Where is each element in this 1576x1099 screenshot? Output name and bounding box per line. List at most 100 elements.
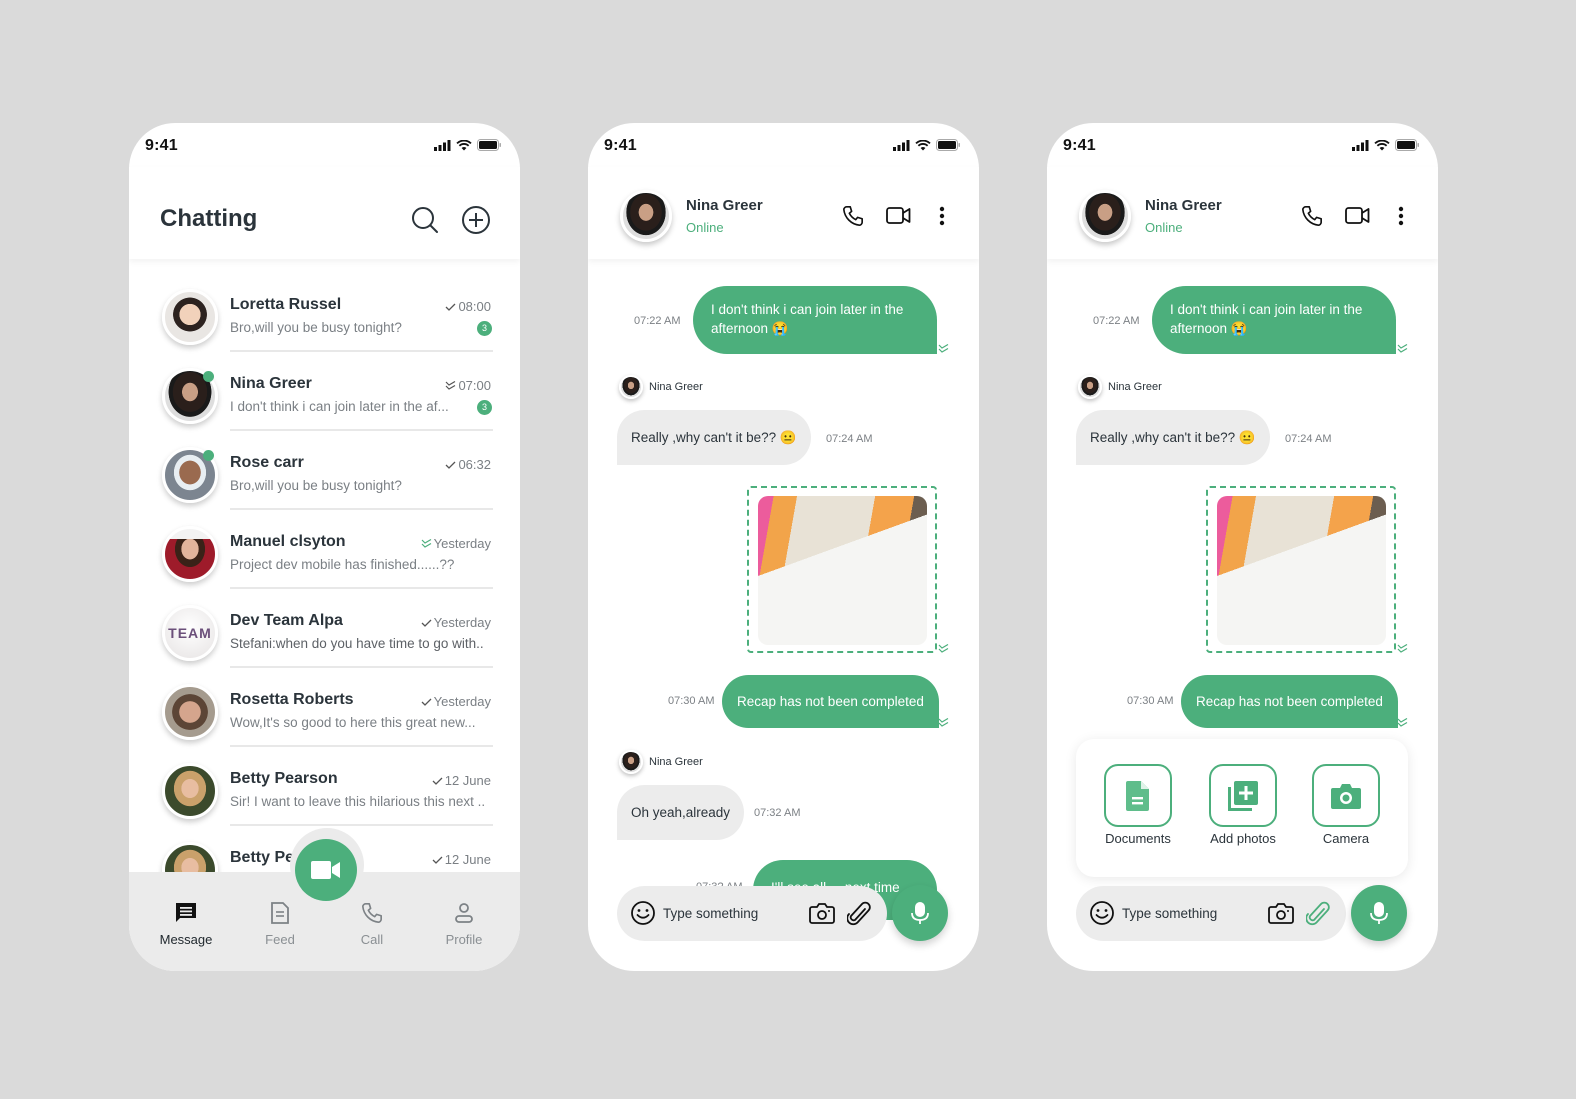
option-label: Documents (1105, 831, 1171, 846)
wifi-icon (915, 139, 931, 150)
message-time: 07:32 AM (754, 807, 801, 819)
voice-record-button[interactable] (1351, 885, 1407, 941)
incoming-message[interactable]: Oh yeah,already (617, 785, 745, 840)
message-sender: Nina Greer (1078, 375, 1162, 399)
chat-name: Manuel clsyton (230, 533, 346, 550)
double-check-icon (421, 538, 431, 548)
avatar (162, 289, 218, 345)
add-circle-icon[interactable] (461, 205, 491, 235)
unread-badge: 3 (477, 321, 492, 336)
online-indicator (203, 371, 214, 382)
camera-icon[interactable] (809, 901, 835, 925)
check-icon (445, 461, 456, 469)
status-icons (1352, 139, 1420, 151)
chat-time: 12 June (432, 773, 491, 788)
contact-avatar[interactable] (1079, 190, 1131, 242)
feed-icon (271, 902, 289, 924)
contact-avatar[interactable] (620, 190, 672, 242)
message-input[interactable] (663, 900, 793, 927)
avatar (162, 763, 218, 819)
outgoing-message[interactable]: I don't think i can join later in the af… (693, 286, 937, 354)
avatar (162, 526, 218, 582)
profile-icon (455, 903, 473, 923)
status-icons (434, 139, 502, 151)
conversation-screen: 9:41 Nina Greer Online 07:22 AM I don't … (588, 123, 979, 971)
incoming-message[interactable]: Really ,why can't it be?? 😐 (1076, 410, 1270, 465)
chat-list-item[interactable]: Manuel clsyton Project dev mobile has fi… (129, 510, 520, 589)
video-call-fab[interactable] (295, 839, 357, 901)
chat-list-item[interactable]: Rosetta Roberts Wow,It's so good to here… (129, 668, 520, 747)
attachment-panel: Documents Add photos Camera (1076, 739, 1408, 877)
wifi-icon (1374, 139, 1390, 150)
video-camera-icon[interactable] (886, 207, 911, 224)
camera-icon[interactable] (1268, 901, 1294, 925)
image-message[interactable] (1206, 486, 1396, 653)
more-options-icon[interactable] (939, 206, 945, 226)
incoming-message[interactable]: Really ,why can't it be?? 😐 (617, 410, 811, 465)
contact-status: Online (1145, 220, 1183, 235)
message-text: I don't think i can join later in the af… (711, 302, 904, 336)
shared-photo[interactable] (758, 496, 927, 645)
message-time: 07:24 AM (826, 433, 873, 445)
emoji-icon[interactable] (1089, 900, 1115, 926)
message-text: Really ,why can't it be?? (631, 430, 777, 445)
attachment-icon-active[interactable] (1306, 901, 1330, 927)
status-bar: 9:41 (1047, 123, 1438, 167)
nav-profile[interactable]: Profile (424, 902, 504, 947)
unread-badge: 3 (477, 400, 492, 415)
message-sender: Nina Greer (619, 375, 703, 399)
chat-time-text: Yesterday (433, 694, 491, 709)
crying-emoji-icon: 😭 (771, 321, 789, 336)
message-composer (1076, 886, 1346, 941)
attachment-icon[interactable] (847, 901, 871, 927)
more-options-icon[interactable] (1398, 206, 1404, 226)
chat-preview: Sir! I want to leave this hilarious this… (230, 794, 486, 809)
phone-icon[interactable] (842, 204, 864, 228)
chat-time-text: Yesterday (433, 536, 491, 551)
emoji-icon[interactable] (630, 900, 656, 926)
attach-documents-button[interactable]: Documents (1093, 764, 1183, 846)
avatar: TEAM (162, 605, 218, 661)
sender-avatar (619, 375, 643, 399)
nav-label: Call (360, 932, 384, 947)
outgoing-message[interactable]: Recap has not been completed (722, 675, 939, 728)
attach-add-photos-button[interactable]: Add photos (1198, 764, 1288, 846)
message-time: 07:22 AM (1093, 315, 1140, 327)
chat-list-item[interactable]: TEAM Dev Team Alpa Stefani:when do you h… (129, 589, 520, 668)
nav-call[interactable]: Call (332, 902, 412, 947)
chat-time-text: 08:00 (458, 299, 491, 314)
message-input[interactable] (1122, 900, 1252, 927)
chat-preview: Bro,will you be busy tonight? (230, 478, 402, 493)
chat-list: Loretta Russel Bro,will you be busy toni… (129, 273, 520, 905)
check-icon (421, 619, 432, 627)
shared-photo[interactable] (1217, 496, 1386, 645)
search-icon[interactable] (410, 205, 440, 235)
chat-list-item[interactable]: Rose carr Bro,will you be busy tonight? … (129, 431, 520, 510)
chat-name: Rosetta Roberts (230, 691, 354, 708)
double-check-icon (938, 344, 949, 353)
message-text: Oh yeah,already (631, 805, 731, 820)
video-camera-icon[interactable] (1345, 207, 1370, 224)
phone-icon[interactable] (1301, 204, 1323, 228)
image-message[interactable] (747, 486, 937, 653)
chat-list-item[interactable]: Loretta Russel Bro,will you be busy toni… (129, 273, 520, 352)
message-text: I don't think i can join later in the af… (1170, 302, 1363, 336)
video-camera-icon (311, 861, 340, 879)
chat-list-item[interactable]: Nina Greer I don't think i can join late… (129, 352, 520, 431)
nav-feed[interactable]: Feed (240, 902, 320, 947)
double-check-icon (1397, 644, 1408, 653)
outgoing-message[interactable]: Recap has not been completed (1181, 675, 1398, 728)
status-time: 9:41 (1063, 137, 1096, 154)
outgoing-message[interactable]: I don't think i can join later in the af… (1152, 286, 1396, 354)
message-time: 07:22 AM (634, 315, 681, 327)
chat-time: Yesterday (421, 615, 491, 630)
attach-camera-button[interactable]: Camera (1301, 764, 1391, 846)
signal-icon (893, 139, 910, 151)
chat-list-item[interactable]: Betty Pearson Sir! I want to leave this … (129, 747, 520, 826)
chat-name: Dev Team Alpa (230, 612, 343, 629)
nav-message[interactable]: Message (146, 902, 226, 947)
microphone-icon (1370, 902, 1388, 924)
contact-name: Nina Greer (1145, 197, 1222, 214)
voice-record-button[interactable] (892, 885, 948, 941)
battery-icon (477, 139, 501, 151)
